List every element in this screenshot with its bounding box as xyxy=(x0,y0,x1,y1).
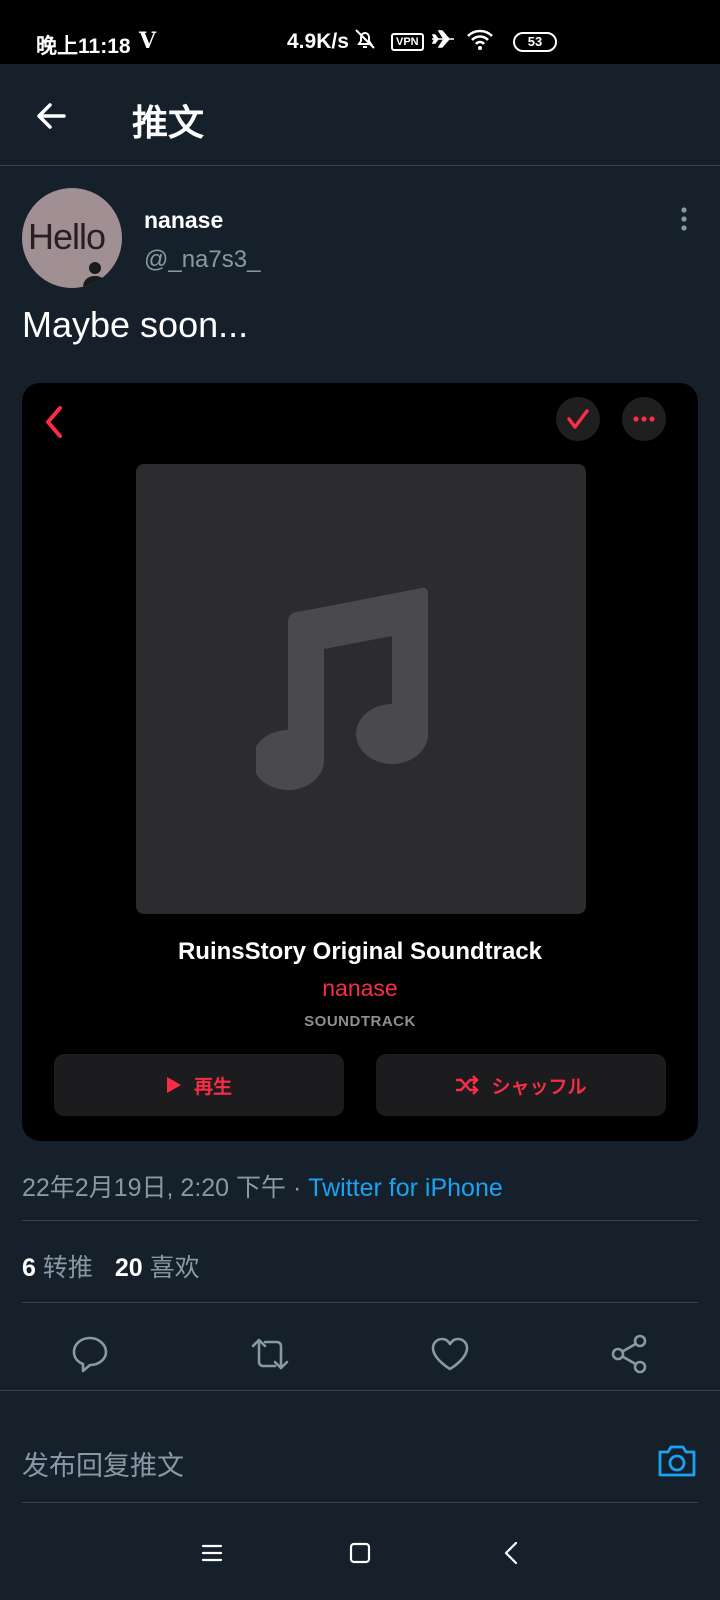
home-square-icon xyxy=(349,1542,371,1564)
home-button[interactable] xyxy=(340,1533,380,1573)
retweets-label: 转推 xyxy=(42,1254,93,1282)
camera-button[interactable] xyxy=(654,1438,700,1484)
retweets-stat[interactable]: 6 转推 xyxy=(22,1254,93,1282)
menu-icon xyxy=(201,1544,223,1562)
source-link[interactable]: Twitter for iPhone xyxy=(308,1174,503,1202)
checkmark-icon xyxy=(567,409,589,429)
likes-label: 喜欢 xyxy=(149,1254,200,1282)
camera-icon xyxy=(658,1445,696,1477)
card-check-button xyxy=(556,397,600,441)
battery-icon: 53 xyxy=(513,32,557,52)
retweet-button[interactable] xyxy=(245,1329,295,1379)
play-button: 再生 xyxy=(54,1054,344,1116)
reply-input[interactable]: 发布回复推文 xyxy=(22,1444,184,1483)
album-title: RuinsStory Original Soundtrack xyxy=(177,938,543,965)
retweet-icon xyxy=(251,1338,289,1370)
retweets-count: 6 xyxy=(22,1254,36,1282)
chevron-left-icon xyxy=(504,1541,518,1565)
heart-icon xyxy=(431,1337,469,1371)
tweet-more-button[interactable] xyxy=(672,204,696,234)
reply-icon xyxy=(72,1336,108,1373)
album-artist: nanase xyxy=(322,975,398,1001)
mute-icon xyxy=(355,29,375,49)
system-back-button[interactable] xyxy=(492,1533,532,1573)
page-title: 推文 xyxy=(132,102,205,143)
avatar[interactable]: Hello xyxy=(22,188,122,288)
tweet-text: Maybe soon... xyxy=(22,304,249,345)
divider xyxy=(22,1220,698,1221)
avatar-text: Hello xyxy=(28,216,106,257)
tweet-actions xyxy=(0,1315,720,1395)
author-display-name[interactable]: nanase xyxy=(144,207,223,234)
media-screenshot-card[interactable]: RuinsStory Original Soundtrack nanase SO… xyxy=(22,383,698,1141)
carrier-icon: V xyxy=(139,28,157,54)
engagement-stats: 6 转推 20 喜欢 xyxy=(22,1248,200,1284)
recents-button[interactable] xyxy=(192,1533,232,1573)
share-button[interactable] xyxy=(605,1329,655,1379)
shuffle-icon xyxy=(456,1075,480,1095)
wifi-icon xyxy=(467,29,493,50)
shuffle-button: シャッフル xyxy=(376,1054,666,1116)
likes-stat[interactable]: 20 喜欢 xyxy=(115,1254,200,1282)
album-genre: SOUNDTRACK xyxy=(304,1013,416,1030)
tweet-timestamp: 22年2月19日, 2:20 下午 · Twitter for iPhone xyxy=(22,1168,503,1204)
airplane-icon xyxy=(431,30,454,48)
network-speed: 4.9K/s xyxy=(287,30,349,53)
arrow-left-icon xyxy=(37,103,66,129)
play-label: 再生 xyxy=(193,1076,232,1098)
system-nav-bar xyxy=(0,1503,720,1600)
share-icon xyxy=(611,1334,647,1374)
divider xyxy=(22,1302,698,1303)
status-bar: 晚上11:18 V 4.9K/s VPN 53 xyxy=(0,0,720,64)
album-artwork xyxy=(136,464,586,914)
card-back-button xyxy=(40,403,68,441)
author-handle[interactable]: @_na7s3_ xyxy=(144,246,260,274)
divider xyxy=(0,1390,720,1391)
like-button[interactable] xyxy=(425,1329,475,1379)
person-silhouette-icon xyxy=(83,262,107,288)
back-button[interactable] xyxy=(30,94,74,138)
likes-count: 20 xyxy=(114,1254,143,1282)
chevron-left-icon xyxy=(46,406,62,438)
music-note-icon xyxy=(256,587,429,790)
timestamp-text: 22年2月19日, 2:20 下午 · xyxy=(22,1174,309,1202)
reply-composer[interactable]: 发布回复推文 xyxy=(0,1420,720,1502)
play-icon xyxy=(166,1077,181,1093)
vpn-badge: VPN xyxy=(391,33,424,51)
more-horizontal-icon xyxy=(633,416,655,422)
reply-button[interactable] xyxy=(65,1329,115,1379)
more-vertical-icon xyxy=(681,207,687,231)
status-time: 晚上11:18 xyxy=(36,35,131,58)
top-app-bar: 推文 xyxy=(0,64,720,166)
shuffle-label: シャッフル xyxy=(491,1076,587,1098)
card-more-button xyxy=(622,397,666,441)
